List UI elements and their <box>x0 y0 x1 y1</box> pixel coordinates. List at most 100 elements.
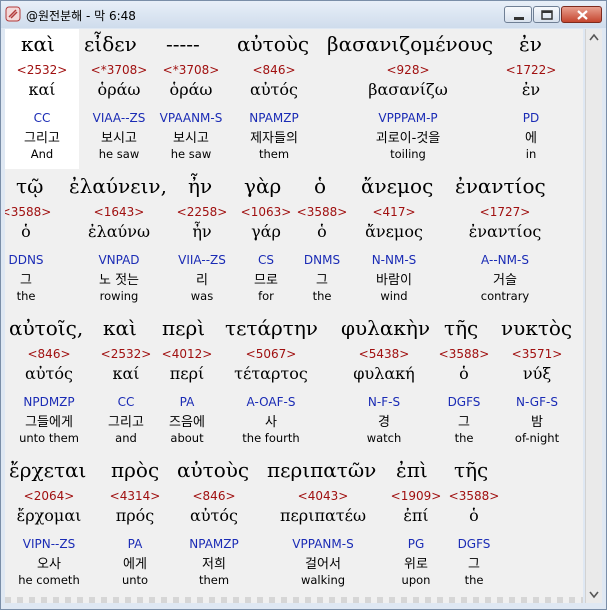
greek-word[interactable]: ----- <box>166 32 200 56</box>
strong-number[interactable]: <3588> <box>297 205 348 219</box>
lexical-form: καί <box>112 364 140 383</box>
greek-word[interactable]: περὶ <box>162 316 205 340</box>
strong-number[interactable]: <4314> <box>110 489 161 503</box>
strong-number[interactable]: <3571> <box>512 347 563 361</box>
parsing-code: CS <box>258 253 274 267</box>
strong-number[interactable]: <5438> <box>359 347 410 361</box>
greek-word[interactable]: βασανιζομένους <box>327 32 493 56</box>
english-gloss: about <box>170 431 204 445</box>
greek-word[interactable]: τῷ <box>16 174 43 198</box>
korean-gloss: 그 <box>468 557 480 572</box>
maximize-button[interactable] <box>533 6 560 23</box>
strong-number[interactable]: <846> <box>252 63 295 77</box>
greek-word[interactable]: τῆς <box>454 458 488 482</box>
strong-number[interactable]: <*3708> <box>163 63 220 77</box>
parsing-code: A-OAF-S <box>246 395 296 409</box>
minimize-button[interactable] <box>504 6 532 23</box>
strong-number[interactable]: <2064> <box>24 489 75 503</box>
greek-word[interactable]: καὶ <box>21 32 55 56</box>
lexical-form: ἄνεμος <box>365 222 423 241</box>
greek-word[interactable]: γὰρ <box>244 174 281 198</box>
greek-word[interactable]: πρὸς <box>111 458 159 482</box>
strong-number[interactable]: <5067> <box>246 347 297 361</box>
strong-number[interactable]: <417> <box>372 205 415 219</box>
korean-gloss: 므로 <box>254 273 278 288</box>
english-gloss: of-night <box>514 431 560 445</box>
lexical-form: ὁ <box>21 222 31 241</box>
parsing-code: N-NM-S <box>371 253 417 267</box>
strong-number[interactable]: <3588> <box>439 347 490 361</box>
english-gloss: rowing <box>99 289 139 303</box>
english-gloss: unto <box>121 573 149 587</box>
greek-word[interactable]: ἄνεμος <box>361 174 433 198</box>
greek-word[interactable]: αὐτοὺς <box>177 458 249 482</box>
korean-gloss: 걸어서 <box>305 557 341 572</box>
english-gloss: for <box>258 289 274 303</box>
english-gloss: upon <box>401 573 431 587</box>
korean-gloss: 에 <box>525 131 537 146</box>
korean-gloss: 보시고 <box>173 131 209 146</box>
parsing-code: CC <box>117 395 135 409</box>
korean-gloss: 그 <box>316 273 328 288</box>
greek-word[interactable]: ἐν <box>519 32 542 56</box>
parsing-code: NPAMZP <box>249 111 299 125</box>
strong-number[interactable]: <846> <box>27 347 70 361</box>
greek-word[interactable]: εἶδεν <box>84 32 137 56</box>
lexical-form: ὁράω <box>97 80 141 99</box>
english-gloss: he cometh <box>18 573 80 587</box>
parsing-code: VIAA--ZS <box>92 111 146 125</box>
korean-gloss: 리 <box>196 273 208 288</box>
close-button[interactable] <box>561 6 602 23</box>
strong-number[interactable]: <1643> <box>94 205 145 219</box>
maximize-icon <box>541 10 553 20</box>
strong-number[interactable]: <*3708> <box>91 63 148 77</box>
title-bar[interactable]: @원전분해 - 막 6:48 <box>1 1 606 28</box>
greek-word[interactable]: φυλακὴν <box>341 316 430 340</box>
strong-number[interactable]: <846> <box>192 489 235 503</box>
strong-number[interactable]: <3588> <box>5 205 51 219</box>
english-gloss: he saw <box>170 147 212 161</box>
vertical-scrollbar[interactable] <box>585 29 602 603</box>
parsing-code: N-GF-S <box>516 395 558 409</box>
scroll-up-arrow-icon[interactable] <box>586 29 602 46</box>
strong-number[interactable]: <1727> <box>480 205 531 219</box>
strong-number[interactable]: <1722> <box>506 63 557 77</box>
strong-number[interactable]: <3588> <box>449 489 500 503</box>
app-window: @원전분해 - 막 6:48 καὶ εἶδεν ----- αὐτοὺς βασανι… <box>0 0 607 610</box>
strong-number[interactable]: <2532> <box>17 63 68 77</box>
strong-number[interactable]: <4012> <box>162 347 213 361</box>
korean-gloss: 그 <box>458 415 470 430</box>
greek-word[interactable]: καὶ <box>103 316 137 340</box>
strong-number[interactable]: <2532> <box>101 347 152 361</box>
strong-number[interactable]: <2258> <box>177 205 228 219</box>
greek-word[interactable]: ὁ <box>314 174 326 198</box>
lexical-form: ὁ <box>317 222 327 241</box>
lexical-form: καί <box>28 80 56 99</box>
parsing-code: PD <box>522 111 540 125</box>
english-gloss: he saw <box>98 147 140 161</box>
greek-word[interactable]: ἐναντίος <box>455 174 546 198</box>
korean-gloss: 사 <box>265 415 277 430</box>
greek-word[interactable]: περιπατῶν <box>267 458 376 482</box>
greek-word[interactable]: νυκτὸς <box>501 316 572 340</box>
greek-word[interactable]: τῆς <box>444 316 478 340</box>
strong-number[interactable]: <1063> <box>241 205 292 219</box>
english-gloss: and <box>115 431 137 445</box>
greek-word[interactable]: ἐπὶ <box>396 458 428 482</box>
strong-number[interactable]: <4043> <box>298 489 349 503</box>
scroll-down-arrow-icon[interactable] <box>586 586 602 603</box>
strong-number[interactable]: <1909> <box>391 489 442 503</box>
greek-word[interactable]: αὐτοὺς <box>237 32 309 56</box>
greek-word[interactable]: ἦν <box>188 174 212 198</box>
strong-number[interactable]: <928> <box>386 63 429 77</box>
greek-word[interactable]: ἐλαύνειν, <box>69 174 167 198</box>
greek-word[interactable]: αὐτοῖς, <box>9 316 83 340</box>
parsing-code: NPDMZP <box>23 395 75 409</box>
lexical-form: τέταρτος <box>234 364 308 383</box>
interlinear-view[interactable]: καὶ εἶδεν ----- αὐτοὺς βασανιζομένους ἐν <2532… <box>5 29 583 603</box>
lexical-form: ὁράω <box>169 80 213 99</box>
english-gloss: watch <box>366 431 402 445</box>
greek-word[interactable]: ἔρχεται <box>9 458 86 482</box>
greek-word[interactable]: τετάρτην <box>225 316 318 340</box>
parsing-code: PA <box>127 537 143 551</box>
